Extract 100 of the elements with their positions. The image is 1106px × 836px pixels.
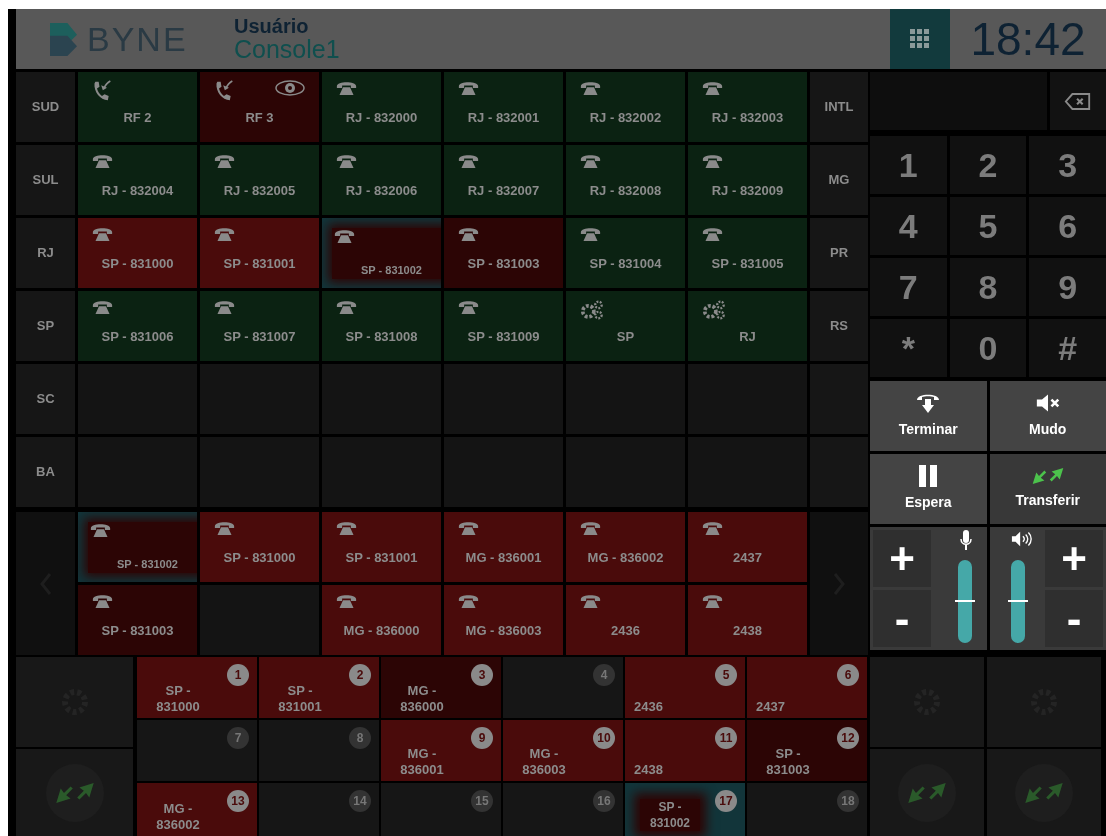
contact-key[interactable]: SP - 831004: [566, 218, 685, 288]
group-key[interactable]: SUD: [16, 72, 75, 142]
telephone-icon: [702, 153, 723, 169]
contact-key[interactable]: RJ - 832009: [688, 145, 807, 215]
action-button[interactable]: Espera: [870, 454, 987, 524]
parking-slot[interactable]: 14: [259, 783, 379, 836]
dial-key[interactable]: *: [870, 319, 947, 377]
telephone-icon: [336, 153, 357, 169]
dial-key[interactable]: 1: [870, 136, 947, 194]
key-label: SP - 831002: [116, 557, 179, 572]
contact-key[interactable]: SP - 831007: [200, 291, 319, 361]
parking-slot[interactable]: 16: [503, 783, 623, 836]
contact-key[interactable]: MG - 836001: [444, 512, 563, 582]
parking-slot[interactable]: SP - 831000 1: [137, 657, 257, 718]
contact-key[interactable]: RJ - 832002: [566, 72, 685, 142]
group-key[interactable]: SUL: [16, 145, 75, 215]
keypad-toggle-button[interactable]: [890, 9, 950, 69]
contact-key[interactable]: 2438: [688, 585, 807, 655]
contact-key[interactable]: SP - 831009: [444, 291, 563, 361]
volume-slider[interactable]: [1010, 560, 1025, 643]
contact-key[interactable]: RJ - 832008: [566, 145, 685, 215]
group-key[interactable]: MG: [810, 145, 868, 215]
parking-slot[interactable]: MG - 836002 13: [137, 783, 257, 836]
contact-key[interactable]: SP: [566, 291, 685, 361]
backspace-button[interactable]: [1050, 72, 1106, 130]
telephone-icon: [458, 226, 479, 242]
parking-slot[interactable]: 15: [381, 783, 501, 836]
contact-key[interactable]: SP - 831005: [688, 218, 807, 288]
action-button[interactable]: Mudo: [989, 381, 1106, 451]
contact-key[interactable]: SP - 831000: [200, 512, 319, 582]
contact-key[interactable]: SP - 831001: [200, 218, 319, 288]
contact-key[interactable]: RJ: [688, 291, 807, 361]
contact-key[interactable]: RJ - 832000: [322, 72, 441, 142]
contact-key[interactable]: RJ - 832004: [78, 145, 197, 215]
contact-key[interactable]: MG - 836003: [444, 585, 563, 655]
contact-key[interactable]: RJ - 832003: [688, 72, 807, 142]
parking-slot[interactable]: MG - 836003 10: [503, 720, 623, 781]
volume-step-button[interactable]: +: [873, 530, 931, 587]
dial-key[interactable]: #: [1029, 319, 1106, 377]
volume-step-button[interactable]: +: [1045, 530, 1103, 587]
group-key[interactable]: RJ: [16, 218, 75, 288]
slot-number-badge: 15: [471, 790, 493, 812]
backspace-icon: [1064, 91, 1092, 111]
volume-slider[interactable]: [957, 560, 972, 643]
dial-key[interactable]: 2: [949, 136, 1027, 194]
telephone-icon: [214, 520, 235, 536]
group-key[interactable]: SC: [16, 364, 75, 434]
contact-key[interactable]: SP - 831003: [444, 218, 563, 288]
contact-key[interactable]: 2437: [688, 512, 807, 582]
slider-thumb[interactable]: [954, 599, 975, 602]
parking-slot[interactable]: 2438 11: [625, 720, 745, 781]
group-key[interactable]: SP: [16, 291, 75, 361]
contact-key[interactable]: RJ - 832005: [200, 145, 319, 215]
contact-key[interactable]: SP - 831001: [322, 512, 441, 582]
contact-key[interactable]: SP - 831002: [78, 512, 197, 582]
action-button[interactable]: Terminar: [870, 381, 987, 451]
contact-key[interactable]: SP - 831008: [322, 291, 441, 361]
parking-slot[interactable]: SP - 831003 12: [747, 720, 867, 781]
parking-slot[interactable]: 7: [137, 720, 257, 781]
contact-key[interactable]: SP - 831002: [322, 218, 441, 288]
parking-slot[interactable]: MG - 836001 9: [381, 720, 501, 781]
parking-slot[interactable]: 4: [503, 657, 623, 718]
dial-key[interactable]: 6: [1029, 197, 1106, 255]
slider-thumb[interactable]: [1007, 599, 1028, 602]
action-button[interactable]: Transferir: [989, 454, 1106, 524]
telephone-icon: [336, 299, 357, 315]
contact-key[interactable]: RJ - 832006: [322, 145, 441, 215]
dial-key[interactable]: 3: [1029, 136, 1106, 194]
group-key[interactable]: INTL: [810, 72, 868, 142]
contact-key[interactable]: RF 3: [200, 72, 319, 142]
key-label: RJ - 832006: [344, 182, 419, 200]
key-label: RF 3: [244, 109, 275, 127]
dial-key[interactable]: 5: [949, 197, 1027, 255]
dial-key[interactable]: 0: [949, 319, 1027, 377]
parking-slot[interactable]: MG - 836000 3: [381, 657, 501, 718]
contact-key[interactable]: RF 2: [78, 72, 197, 142]
contact-key[interactable]: 2436: [566, 585, 685, 655]
contact-key[interactable]: SP - 831003: [78, 585, 197, 655]
contact-key[interactable]: RJ - 832001: [444, 72, 563, 142]
parking-slot[interactable]: 18: [747, 783, 867, 836]
parking-slot[interactable]: SP - 831002 17: [625, 783, 745, 836]
contact-key[interactable]: MG - 836000: [322, 585, 441, 655]
dial-key[interactable]: 4: [870, 197, 947, 255]
parking-slot[interactable]: SP - 831001 2: [259, 657, 379, 718]
contact-key[interactable]: MG - 836002: [566, 512, 685, 582]
slot-number-badge: 16: [593, 790, 615, 812]
parking-slot[interactable]: 2437 6: [747, 657, 867, 718]
contact-key[interactable]: RJ - 832007: [444, 145, 563, 215]
group-key[interactable]: RS: [810, 291, 868, 361]
parking-slot[interactable]: 2436 5: [625, 657, 745, 718]
volume-step-button[interactable]: -: [1045, 590, 1103, 647]
parking-slot[interactable]: 8: [259, 720, 379, 781]
group-key[interactable]: BA: [16, 437, 75, 507]
contact-key[interactable]: SP - 831000: [78, 218, 197, 288]
dial-key[interactable]: 9: [1029, 258, 1106, 316]
dial-key[interactable]: 7: [870, 258, 947, 316]
contact-key[interactable]: SP - 831006: [78, 291, 197, 361]
volume-step-button[interactable]: -: [873, 590, 931, 647]
dial-key[interactable]: 8: [949, 258, 1027, 316]
group-key[interactable]: PR: [810, 218, 868, 288]
